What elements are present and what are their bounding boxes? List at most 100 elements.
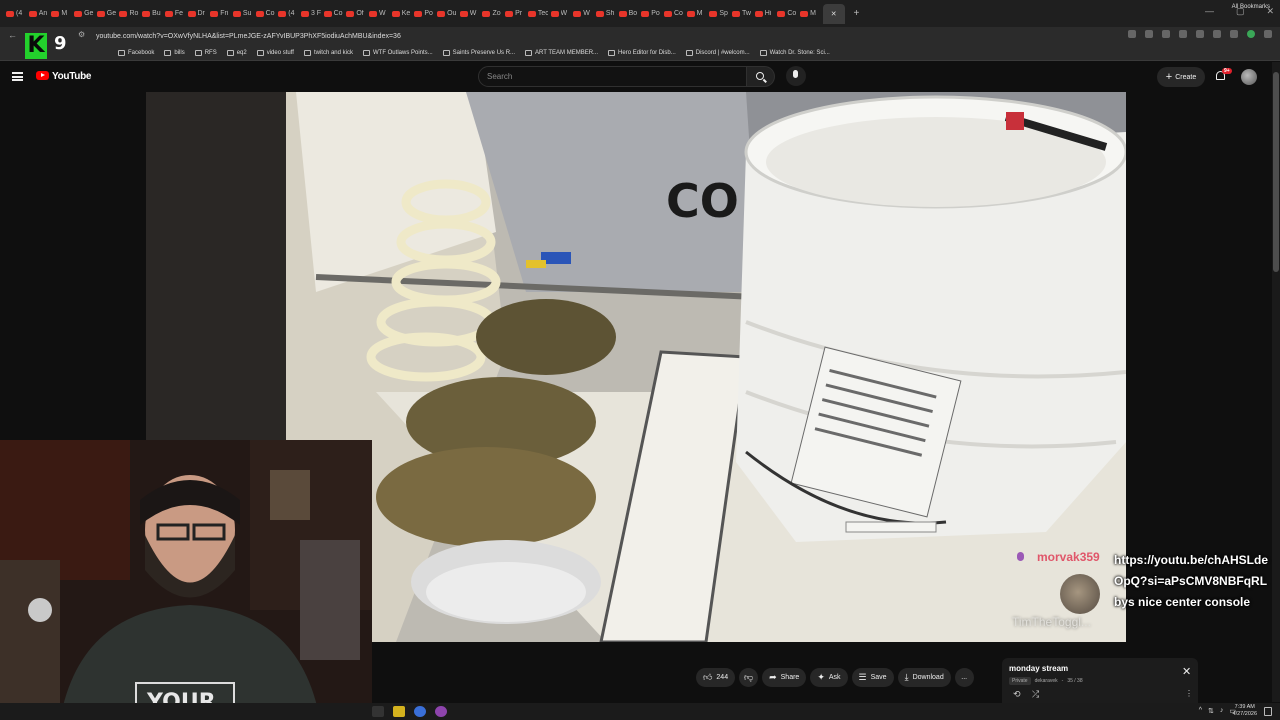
browser-tab[interactable]: Co bbox=[255, 4, 279, 24]
menu-kebab-icon[interactable] bbox=[1264, 30, 1272, 38]
taskbar-app-icon[interactable] bbox=[414, 706, 426, 717]
bookmark-item[interactable]: Discord | #welcom... bbox=[685, 49, 750, 56]
browser-tab[interactable]: 3 F bbox=[300, 4, 324, 24]
minimize-icon[interactable]: — bbox=[1205, 6, 1214, 17]
browser-tab[interactable]: Tec bbox=[527, 4, 551, 24]
like-button[interactable]: 👍︎ 244 bbox=[696, 667, 736, 687]
notification-center-icon[interactable] bbox=[1264, 707, 1272, 716]
browser-tab[interactable]: Fe bbox=[164, 4, 188, 24]
browser-tab[interactable]: Po bbox=[641, 4, 664, 24]
voice-search-icon[interactable] bbox=[786, 66, 806, 86]
bookmark-item[interactable]: twitch and kick bbox=[303, 49, 353, 56]
chevron-up-icon[interactable]: ^ bbox=[1199, 707, 1202, 715]
browser-tab[interactable]: Of bbox=[346, 4, 369, 24]
browser-tab[interactable]: W bbox=[459, 4, 483, 24]
more-actions-button[interactable]: ... bbox=[954, 667, 974, 687]
network-icon[interactable]: ⇅ bbox=[1208, 707, 1214, 715]
new-tab-icon[interactable]: + bbox=[853, 8, 859, 19]
bookmark-item[interactable]: Facebook bbox=[118, 49, 154, 56]
browser-tab[interactable]: Su bbox=[232, 4, 256, 24]
browser-tab[interactable]: Ge bbox=[96, 4, 120, 24]
browser-tab[interactable]: Hi bbox=[754, 4, 778, 24]
browser-tab[interactable]: Co bbox=[323, 4, 347, 24]
browser-tab[interactable]: Co bbox=[663, 4, 687, 24]
browser-tab[interactable]: Co bbox=[777, 4, 800, 24]
browser-tab[interactable]: Dr bbox=[187, 4, 211, 24]
tab-close-icon[interactable]: ✕ bbox=[831, 10, 837, 18]
browser-tab[interactable]: W bbox=[550, 4, 574, 24]
address-url[interactable]: youtube.com/watch?v=OXwVfyNLHA&list=PLme… bbox=[96, 33, 401, 40]
playlist-owner[interactable]: dekaravek bbox=[1035, 678, 1058, 684]
browser-tab[interactable]: (4 bbox=[6, 4, 29, 24]
browser-tab[interactable]: Bu bbox=[142, 4, 165, 24]
browser-tab[interactable]: Zo bbox=[482, 4, 505, 24]
browser-tab[interactable]: M bbox=[800, 4, 823, 24]
page-scrollbar[interactable] bbox=[1272, 62, 1280, 702]
search-input[interactable]: Search bbox=[478, 66, 747, 87]
scrollbar-thumb[interactable] bbox=[1273, 72, 1279, 272]
profile-avatar[interactable] bbox=[1247, 30, 1255, 38]
taskbar-app-icon[interactable] bbox=[393, 706, 405, 717]
site-info-icon[interactable]: ⚙ bbox=[78, 30, 85, 39]
downloads-icon[interactable] bbox=[1196, 30, 1204, 38]
loop-icon[interactable]: ⟲ bbox=[1013, 689, 1021, 700]
shuffle-icon[interactable]: ⤮ bbox=[1032, 689, 1039, 700]
bookmark-item[interactable]: Watch Dr. Stone: Sci... bbox=[759, 49, 830, 56]
browser-tab[interactable]: Ge bbox=[74, 4, 97, 24]
save-button[interactable]: ☰ Save bbox=[851, 667, 894, 687]
browser-tab[interactable]: Ou bbox=[437, 4, 460, 24]
browser-tab[interactable]: Sp bbox=[709, 4, 732, 24]
bookmark-item[interactable]: Hero Editor for Disb... bbox=[608, 49, 676, 56]
browser-tab[interactable]: W bbox=[573, 4, 596, 24]
hamburger-menu-icon[interactable] bbox=[12, 72, 23, 81]
browser-tab[interactable]: Bo bbox=[618, 4, 642, 24]
download-button[interactable]: ⤓ Download bbox=[897, 667, 951, 687]
browser-tab[interactable]: Sh bbox=[595, 4, 619, 24]
browser-tab[interactable]: Pr bbox=[505, 4, 528, 24]
browser-tab[interactable]: (4 bbox=[278, 4, 301, 24]
notifications-bell-icon[interactable]: 9+ bbox=[1215, 68, 1232, 82]
close-icon[interactable]: ✕ bbox=[1182, 665, 1191, 678]
bookmark-star-icon[interactable] bbox=[1145, 30, 1153, 38]
playlist-position: 35 / 38 bbox=[1067, 678, 1083, 684]
bookmark-item[interactable]: ART TEAM MEMBER... bbox=[525, 49, 598, 56]
browser-tab[interactable]: Fri bbox=[210, 4, 233, 24]
extensions-puzzle-icon[interactable] bbox=[1213, 30, 1221, 38]
install-icon[interactable] bbox=[1128, 30, 1136, 38]
bookmark-item[interactable]: bills bbox=[164, 49, 185, 56]
browser-tab[interactable]: An bbox=[28, 4, 52, 24]
taskbar-app-icon[interactable] bbox=[435, 706, 447, 717]
playlist-more-icon[interactable]: ⋮ bbox=[1185, 689, 1193, 698]
bookmark-item[interactable]: WTF Outlaws Points... bbox=[362, 49, 433, 56]
bookmark-item[interactable]: video stuff bbox=[256, 49, 294, 56]
taskbar-app-icon[interactable] bbox=[372, 706, 384, 717]
youtube-logo-text[interactable]: YouTube bbox=[52, 71, 92, 82]
tab-label: Po bbox=[424, 10, 433, 17]
playlist-title[interactable]: monday stream bbox=[1009, 664, 1068, 673]
extension-icon[interactable] bbox=[1162, 30, 1170, 38]
back-icon[interactable]: ← bbox=[8, 30, 17, 40]
bookmark-item[interactable]: Saints Preserve Us R... bbox=[442, 49, 515, 56]
active-tab[interactable]: ✕ bbox=[822, 3, 846, 24]
extension-icon[interactable] bbox=[1179, 30, 1187, 38]
search-button[interactable] bbox=[747, 66, 775, 87]
sidebar-icon[interactable] bbox=[1230, 30, 1238, 38]
all-bookmarks[interactable]: All Bookmarks bbox=[1232, 4, 1270, 10]
browser-tab[interactable]: Po bbox=[414, 4, 437, 24]
bookmark-item[interactable]: RFS bbox=[194, 49, 217, 56]
browser-tab[interactable]: Ro bbox=[119, 4, 142, 24]
share-button[interactable]: ➦ Share bbox=[762, 667, 807, 687]
browser-tab[interactable]: M bbox=[51, 4, 74, 24]
browser-tab[interactable]: Ke bbox=[391, 4, 415, 24]
youtube-logo-icon[interactable] bbox=[36, 71, 49, 80]
dislike-button[interactable]: 👎︎ bbox=[739, 667, 759, 687]
volume-icon[interactable]: ♪ bbox=[1220, 707, 1224, 715]
browser-tab[interactable]: Tw bbox=[732, 4, 755, 24]
bookmark-item[interactable]: eq2 bbox=[226, 49, 247, 56]
create-button[interactable]: + Create bbox=[1157, 67, 1205, 87]
ask-button[interactable]: ✦ Ask bbox=[810, 667, 848, 687]
browser-tab[interactable]: W bbox=[369, 4, 392, 24]
taskbar-clock[interactable]: 7:39 AM 4/27/2026 bbox=[1233, 704, 1257, 718]
browser-tab[interactable]: M bbox=[686, 4, 710, 24]
account-avatar[interactable] bbox=[1241, 69, 1257, 85]
